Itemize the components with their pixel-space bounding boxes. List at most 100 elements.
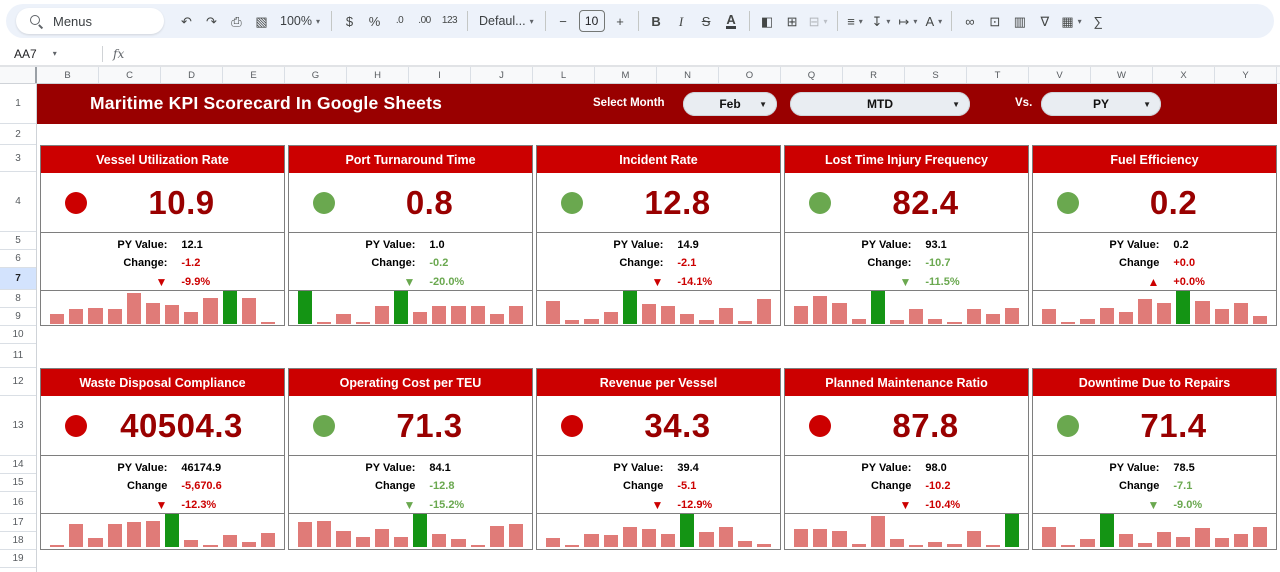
kpi-card-title-cell[interactable]: Revenue per Vessel xyxy=(537,369,780,396)
row-header-4[interactable]: 4 xyxy=(0,172,36,232)
paint-format-button[interactable]: ▧ xyxy=(249,8,274,34)
column-header-Y[interactable]: Y xyxy=(1215,67,1277,83)
row-header-12[interactable]: 12 xyxy=(0,368,36,396)
select-all-corner[interactable] xyxy=(0,67,37,83)
kpi-card-title-cell[interactable]: Planned Maintenance Ratio xyxy=(785,369,1028,396)
currency-format-button[interactable]: $ xyxy=(337,8,362,34)
kpi-card[interactable]: Port Turnaround Time 0.8 PY Value: 1.0 Chang… xyxy=(288,145,533,326)
kpi-value-cell[interactable]: 40504.3 xyxy=(41,396,284,456)
row-header-9[interactable]: 9 xyxy=(0,308,36,326)
dashboard-banner[interactable]: Maritime KPI Scorecard In Google Sheets … xyxy=(37,84,1277,124)
column-header-O[interactable]: O xyxy=(719,67,781,83)
column-header-V[interactable]: V xyxy=(1029,67,1091,83)
menus-search[interactable]: Menus xyxy=(16,8,164,34)
row-header-18[interactable]: 18 xyxy=(0,532,36,550)
kpi-card[interactable]: Operating Cost per TEU 71.3 PY Value: 84.1 C… xyxy=(288,368,533,550)
kpi-value-cell[interactable]: 12.8 xyxy=(537,173,780,233)
kpi-value-cell[interactable]: 87.8 xyxy=(785,396,1028,456)
column-header-E[interactable]: E xyxy=(223,67,285,83)
zoom-select[interactable]: 100% ▾ xyxy=(274,8,326,34)
row-header-11[interactable]: 11 xyxy=(0,344,36,368)
row-header-2[interactable]: 2 xyxy=(0,124,36,145)
vertical-align-button[interactable]: ↧ ▾ xyxy=(868,8,895,34)
text-wrapping-button[interactable]: ↦ ▾ xyxy=(894,8,921,34)
kpi-stats-cell[interactable]: PY Value: 93.1 Change: -10.7 ▼ -11.5% xyxy=(785,233,1028,291)
row-header-6[interactable]: 6 xyxy=(0,250,36,268)
kpi-card[interactable]: Downtime Due to Repairs 71.4 PY Value: 78.5… xyxy=(1032,368,1277,550)
strikethrough-button[interactable]: S xyxy=(694,8,719,34)
kpi-value-cell[interactable]: 10.9 xyxy=(41,173,284,233)
column-header-L[interactable]: L xyxy=(533,67,595,83)
insert-chart-button[interactable]: ▥ xyxy=(1007,8,1032,34)
row-header-14[interactable]: 14 xyxy=(0,456,36,474)
kpi-value-cell[interactable]: 71.4 xyxy=(1033,396,1276,456)
kpi-stats-cell[interactable]: PY Value: 12.1 Change: -1.2 ▼ -9.9% xyxy=(41,233,284,291)
kpi-stats-cell[interactable]: PY Value: 98.0 Change -10.2 ▼ -10.4% xyxy=(785,456,1028,514)
column-header-N[interactable]: N xyxy=(657,67,719,83)
kpi-card[interactable]: Waste Disposal Compliance 40504.3 PY Value… xyxy=(40,368,285,550)
kpi-stats-cell[interactable]: PY Value: 1.0 Change: -0.2 ▼ -20.0% xyxy=(289,233,532,291)
kpi-card[interactable]: Vessel Utilization Rate 10.9 PY Value: 12.1… xyxy=(40,145,285,326)
kpi-stats-cell[interactable]: PY Value: 39.4 Change -5.1 ▼ -12.9% xyxy=(537,456,780,514)
row-header-19[interactable]: 19 xyxy=(0,550,36,568)
kpi-card-title-cell[interactable]: Incident Rate xyxy=(537,146,780,173)
column-header-Q[interactable]: Q xyxy=(781,67,843,83)
name-box[interactable]: AA7 ▾ xyxy=(0,47,92,61)
kpi-stats-cell[interactable]: PY Value: 78.5 Change -7.1 ▼ -9.0% xyxy=(1033,456,1276,514)
fill-color-button[interactable]: ◧ xyxy=(755,8,780,34)
text-rotation-button[interactable]: A ▾ xyxy=(921,8,946,34)
table-views-button[interactable]: ▦ ▾ xyxy=(1057,8,1085,34)
column-header-T[interactable]: T xyxy=(967,67,1029,83)
period-dropdown[interactable]: MTD ▼ xyxy=(790,92,970,116)
decrease-font-size-button[interactable]: − xyxy=(551,8,576,34)
kpi-stats-cell[interactable]: PY Value: 0.2 Change +0.0 ▲ +0.0% xyxy=(1033,233,1276,291)
create-filter-button[interactable]: ∇ xyxy=(1032,8,1057,34)
kpi-card-title-cell[interactable]: Waste Disposal Compliance xyxy=(41,369,284,396)
comparison-dropdown[interactable]: PY ▼ xyxy=(1041,92,1161,116)
kpi-card-title-cell[interactable]: Vessel Utilization Rate xyxy=(41,146,284,173)
kpi-card[interactable]: Incident Rate 12.8 PY Value: 14.9 Change: -2.… xyxy=(536,145,781,326)
functions-button[interactable]: ∑ xyxy=(1086,8,1111,34)
kpi-stats-cell[interactable]: PY Value: 46174.9 Change -5,670.6 ▼ -12.3% xyxy=(41,456,284,514)
kpi-card-title-cell[interactable]: Operating Cost per TEU xyxy=(289,369,532,396)
kpi-card[interactable]: Planned Maintenance Ratio 87.8 PY Value: 98… xyxy=(784,368,1029,550)
kpi-card-title-cell[interactable]: Port Turnaround Time xyxy=(289,146,532,173)
kpi-stats-cell[interactable]: PY Value: 84.1 Change -12.8 ▼ -15.2% xyxy=(289,456,532,514)
insert-link-button[interactable]: ∞ xyxy=(957,8,982,34)
kpi-value-cell[interactable]: 34.3 xyxy=(537,396,780,456)
row-header-10[interactable]: 10 xyxy=(0,326,36,344)
column-header-X[interactable]: X xyxy=(1153,67,1215,83)
insert-comment-button[interactable]: ⊡ xyxy=(982,8,1007,34)
column-header-H[interactable]: H xyxy=(347,67,409,83)
column-header-I[interactable]: I xyxy=(409,67,471,83)
increase-decimals-button[interactable]: .00 xyxy=(412,8,437,34)
increase-font-size-button[interactable]: + xyxy=(608,8,633,34)
print-button[interactable]: ⎙ xyxy=(224,8,249,34)
month-dropdown[interactable]: Feb ▼ xyxy=(683,92,777,116)
kpi-value-cell[interactable]: 0.2 xyxy=(1033,173,1276,233)
kpi-card-title-cell[interactable]: Lost Time Injury Frequency xyxy=(785,146,1028,173)
more-formats-button[interactable]: 123 xyxy=(437,8,462,34)
column-header-M[interactable]: M xyxy=(595,67,657,83)
row-header-8[interactable]: 8 xyxy=(0,290,36,308)
column-header-J[interactable]: J xyxy=(471,67,533,83)
row-header-1[interactable]: 1 xyxy=(0,84,36,124)
percent-format-button[interactable]: % xyxy=(362,8,387,34)
borders-button[interactable]: ⊞ xyxy=(780,8,805,34)
redo-button[interactable]: ↷ xyxy=(199,8,224,34)
column-header-B[interactable]: B xyxy=(37,67,99,83)
column-header-R[interactable]: R xyxy=(843,67,905,83)
row-header-16[interactable]: 16 xyxy=(0,492,36,514)
row-header-13[interactable]: 13 xyxy=(0,396,36,456)
text-color-button[interactable]: A xyxy=(719,8,744,34)
column-header-W[interactable]: W xyxy=(1091,67,1153,83)
row-header-5[interactable]: 5 xyxy=(0,232,36,250)
kpi-value-cell[interactable]: 71.3 xyxy=(289,396,532,456)
font-select[interactable]: Defaul... ▾ xyxy=(473,8,540,34)
kpi-card[interactable]: Fuel Efficiency 0.2 PY Value: 0.2 Change +0.0… xyxy=(1032,145,1277,326)
kpi-card-title-cell[interactable]: Fuel Efficiency xyxy=(1033,146,1276,173)
kpi-value-cell[interactable]: 82.4 xyxy=(785,173,1028,233)
kpi-value-cell[interactable]: 0.8 xyxy=(289,173,532,233)
horizontal-align-button[interactable]: ≡ ▾ xyxy=(843,8,868,34)
row-header-17[interactable]: 17 xyxy=(0,514,36,532)
